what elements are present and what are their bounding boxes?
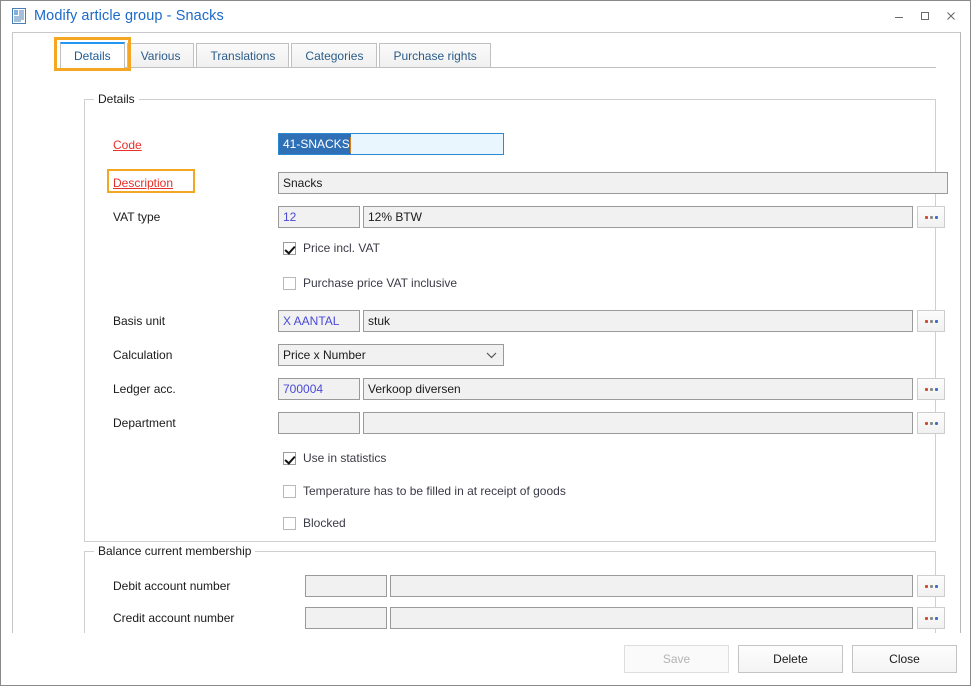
checkbox-box (283, 277, 296, 290)
department-code-input[interactable] (278, 412, 360, 434)
delete-button[interactable]: Delete (738, 645, 843, 673)
window-controls (886, 1, 964, 30)
code-input[interactable]: 41-SNACKS (278, 133, 504, 155)
description-label: Description (113, 176, 173, 190)
basis-unit-browse-button[interactable] (917, 310, 945, 332)
department-name-input[interactable] (363, 412, 913, 434)
debit-account-number-label: Debit account number (113, 579, 230, 593)
checkbox-label: Temperature has to be filled in at recei… (303, 484, 566, 498)
tab-purchase-rights[interactable]: Purchase rights (379, 43, 490, 67)
window-title: Modify article group - Snacks (34, 8, 224, 24)
tab-label: Translations (210, 49, 275, 63)
tab-details[interactable]: Details (60, 42, 125, 68)
department-label: Department (113, 416, 176, 430)
text-caret (350, 137, 351, 153)
details-group-title: Details (94, 92, 139, 106)
vat-type-browse-button[interactable] (917, 206, 945, 228)
ledger-acc-label: Ledger acc. (113, 382, 176, 396)
tab-label: Details (74, 49, 111, 63)
tab-strip: Details Various Translations Categories … (60, 43, 936, 68)
credit-account-name-input[interactable] (390, 607, 913, 629)
chevron-down-icon (483, 345, 499, 365)
tab-label: Various (141, 49, 181, 63)
basis-unit-name-input[interactable]: stuk (363, 310, 913, 332)
dialog-footer: Save Delete Close (12, 633, 961, 686)
price-incl-vat-checkbox[interactable]: Price incl. VAT (283, 241, 380, 255)
department-browse-button[interactable] (917, 412, 945, 434)
checkbox-box (283, 485, 296, 498)
vat-type-name-input[interactable]: 12% BTW (363, 206, 913, 228)
calculation-select[interactable]: Price x Number (278, 344, 504, 366)
tab-various[interactable]: Various (127, 43, 195, 67)
vat-type-label: VAT type (113, 210, 160, 224)
close-button[interactable]: Close (852, 645, 957, 673)
balance-group-title: Balance current membership (94, 544, 255, 558)
tab-translations[interactable]: Translations (196, 43, 289, 67)
tab-label: Categories (305, 49, 363, 63)
basis-unit-code-input[interactable]: X AANTAL (278, 310, 360, 332)
debit-account-name-input[interactable] (390, 575, 913, 597)
credit-account-browse-button[interactable] (917, 607, 945, 629)
ledger-acc-name-input[interactable]: Verkoop diversen (363, 378, 913, 400)
checkbox-label: Purchase price VAT inclusive (303, 276, 457, 290)
checkbox-label: Use in statistics (303, 451, 386, 465)
document-list-icon (11, 8, 27, 24)
dialog-client-area: Details Various Translations Categories … (12, 32, 961, 675)
minimize-icon[interactable] (886, 5, 912, 27)
tab-label: Purchase rights (393, 49, 476, 63)
use-in-statistics-checkbox[interactable]: Use in statistics (283, 451, 386, 465)
save-button[interactable]: Save (624, 645, 729, 673)
debit-account-browse-button[interactable] (917, 575, 945, 597)
ledger-acc-code-input[interactable]: 700004 (278, 378, 360, 400)
modify-article-group-window: Modify article group - Snacks Details Va… (0, 0, 971, 686)
purchase-price-vat-inclusive-checkbox[interactable]: Purchase price VAT inclusive (283, 276, 457, 290)
credit-account-number-label: Credit account number (113, 611, 234, 625)
vat-type-code-input[interactable]: 12 (278, 206, 360, 228)
maximize-icon[interactable] (912, 5, 938, 27)
close-icon[interactable] (938, 5, 964, 27)
checkbox-box (283, 242, 296, 255)
calculation-label: Calculation (113, 348, 172, 362)
ledger-acc-browse-button[interactable] (917, 378, 945, 400)
debit-account-code-input[interactable] (305, 575, 387, 597)
tab-categories[interactable]: Categories (291, 43, 377, 67)
checkbox-box (283, 517, 296, 530)
credit-account-code-input[interactable] (305, 607, 387, 629)
checkbox-label: Price incl. VAT (303, 241, 380, 255)
title-bar: Modify article group - Snacks (1, 1, 970, 30)
description-input[interactable]: Snacks (278, 172, 948, 194)
basis-unit-label: Basis unit (113, 314, 165, 328)
checkbox-label: Blocked (303, 516, 346, 530)
code-label: Code (113, 138, 142, 152)
checkbox-box (283, 452, 296, 465)
code-input-value: 41-SNACKS (279, 134, 351, 154)
temperature-required-checkbox[interactable]: Temperature has to be filled in at recei… (283, 484, 566, 498)
blocked-checkbox[interactable]: Blocked (283, 516, 346, 530)
calculation-value: Price x Number (283, 345, 366, 365)
